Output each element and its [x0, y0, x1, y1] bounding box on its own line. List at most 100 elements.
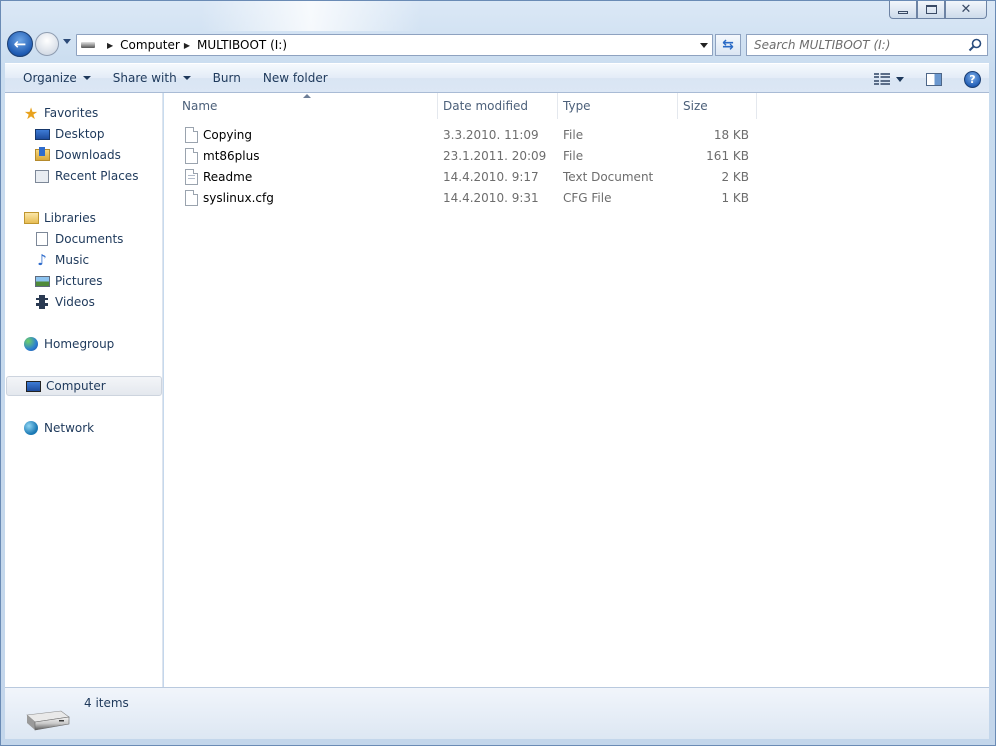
- column-type-label: Type: [563, 99, 591, 113]
- nav-music-label: Music: [55, 253, 90, 267]
- file-name: Copying: [203, 128, 252, 142]
- nav-network-label: Network: [44, 421, 95, 435]
- nav-favorites[interactable]: ★ Favorites: [5, 103, 163, 123]
- file-size: 18 KB: [713, 128, 749, 142]
- organize-button[interactable]: Organize: [14, 63, 100, 93]
- forward-button[interactable]: [35, 32, 59, 56]
- homegroup-icon: [23, 336, 39, 352]
- network-icon: [23, 420, 39, 436]
- nav-music[interactable]: ♪ Music: [5, 250, 163, 270]
- nav-recent-places[interactable]: Recent Places: [5, 166, 163, 186]
- burn-label: Burn: [212, 71, 241, 85]
- documents-icon: [34, 231, 50, 247]
- column-header-type[interactable]: Type: [557, 93, 677, 119]
- nav-favorites-label: Favorites: [44, 106, 99, 120]
- view-details-icon[interactable]: [874, 73, 890, 85]
- file-icon: [185, 127, 198, 143]
- nav-libraries[interactable]: Libraries: [5, 208, 163, 228]
- computer-icon: [25, 378, 41, 394]
- column-header-size[interactable]: Size: [677, 93, 757, 119]
- search-icon[interactable]: [968, 38, 982, 52]
- nav-downloads-label: Downloads: [55, 148, 121, 162]
- file-size: 1 KB: [721, 191, 749, 205]
- column-header-name[interactable]: Name: [177, 93, 437, 119]
- file-name: mt86plus: [203, 149, 260, 163]
- nav-documents-label: Documents: [55, 232, 124, 246]
- nav-computer-label: Computer: [46, 379, 106, 393]
- libraries-icon: [23, 210, 39, 226]
- maximize-button[interactable]: [917, 1, 945, 19]
- film-icon: [34, 294, 50, 310]
- column-date-label: Date modified: [443, 99, 529, 113]
- recent-places-icon: [34, 168, 50, 184]
- usb-drive-icon: [26, 710, 70, 731]
- address-bar[interactable]: ▶ Computer ▶ MULTIBOOT (I:): [76, 34, 713, 56]
- background-reflection: [201, 1, 421, 31]
- nav-documents[interactable]: Documents: [5, 229, 163, 249]
- nav-pictures-label: Pictures: [55, 274, 103, 288]
- breadcrumb-computer[interactable]: Computer: [120, 38, 180, 52]
- search-placeholder: Search MULTIBOOT (I:): [754, 38, 891, 52]
- share-with-button[interactable]: Share with: [104, 63, 200, 93]
- recent-pages-button[interactable]: [63, 39, 71, 44]
- burn-button[interactable]: Burn: [204, 63, 250, 93]
- nav-homegroup[interactable]: Homegroup: [5, 334, 163, 354]
- search-input[interactable]: Search MULTIBOOT (I:): [746, 34, 988, 56]
- column-header-date-modified[interactable]: Date modified: [437, 93, 557, 119]
- file-icon: [185, 190, 198, 206]
- organize-label: Organize: [23, 71, 77, 85]
- column-size-label: Size: [683, 99, 708, 113]
- change-view-dropdown-icon[interactable]: [896, 76, 904, 82]
- desktop-icon: [34, 126, 50, 142]
- file-date: 23.1.2011. 20:09: [443, 149, 547, 163]
- breadcrumb-drive[interactable]: MULTIBOOT (I:): [197, 38, 287, 52]
- chevron-down-icon: [82, 76, 91, 80]
- file-size: 2 KB: [721, 170, 749, 184]
- file-name: Readme: [203, 170, 253, 184]
- text-document-icon: [185, 169, 198, 185]
- nav-pictures[interactable]: Pictures: [5, 271, 163, 291]
- maximize-icon: [925, 5, 937, 14]
- refresh-button[interactable]: ⇆: [715, 34, 741, 56]
- navigation-bar: ← ▶ Computer ▶ MULTIBOOT (I:) ⇆ Search M…: [1, 29, 996, 59]
- chevron-right-icon[interactable]: ▶: [184, 41, 190, 50]
- drive-icon: [81, 42, 95, 48]
- nav-desktop[interactable]: Desktop: [5, 124, 163, 144]
- toolbar-right: ?: [874, 64, 981, 94]
- nav-network[interactable]: Network: [5, 418, 163, 438]
- nav-videos[interactable]: Videos: [5, 292, 163, 312]
- navigation-pane: ★ Favorites Desktop Downloads Recent Plac…: [5, 93, 163, 687]
- back-arrow-icon: ←: [13, 35, 27, 53]
- table-row[interactable]: Readme 14.4.2010. 9:17 Text Document 2 K…: [181, 167, 761, 188]
- caption-buttons: ✕: [889, 1, 987, 19]
- file-size: 161 KB: [706, 149, 749, 163]
- preview-pane-icon[interactable]: [926, 72, 942, 86]
- new-folder-button[interactable]: New folder: [254, 63, 337, 93]
- nav-downloads[interactable]: Downloads: [5, 145, 163, 165]
- share-with-label: Share with: [112, 71, 177, 85]
- nav-homegroup-label: Homegroup: [44, 337, 115, 351]
- minimize-button[interactable]: [889, 1, 917, 19]
- file-date: 3.3.2010. 11:09: [443, 128, 539, 142]
- refresh-icon: ⇆: [722, 37, 734, 53]
- help-icon[interactable]: ?: [964, 70, 981, 88]
- file-type: File: [563, 149, 584, 163]
- address-dropdown-icon[interactable]: [700, 43, 708, 48]
- table-row[interactable]: Copying 3.3.2010. 11:09 File 18 KB: [181, 125, 761, 146]
- downloads-icon: [34, 147, 50, 163]
- column-divider: [756, 93, 757, 119]
- table-row[interactable]: mt86plus 23.1.2011. 20:09 File 161 KB: [181, 146, 761, 167]
- back-button[interactable]: ←: [7, 31, 33, 57]
- nav-desktop-label: Desktop: [55, 127, 105, 141]
- table-row[interactable]: syslinux.cfg 14.4.2010. 9:31 CFG File 1 …: [181, 188, 761, 209]
- nav-computer[interactable]: Computer: [6, 376, 162, 396]
- file-list: Name Date modified Type Size Copying 3.3…: [164, 93, 989, 687]
- item-count: 4 items: [84, 696, 129, 710]
- pictures-icon: [34, 273, 50, 289]
- close-button[interactable]: ✕: [945, 1, 987, 19]
- chevron-right-icon[interactable]: ▶: [107, 41, 113, 50]
- chevron-down-icon: [182, 76, 191, 80]
- command-bar: Organize Share with Burn New folder ?: [5, 63, 989, 93]
- minimize-icon: [898, 11, 908, 14]
- file-date: 14.4.2010. 9:17: [443, 170, 539, 184]
